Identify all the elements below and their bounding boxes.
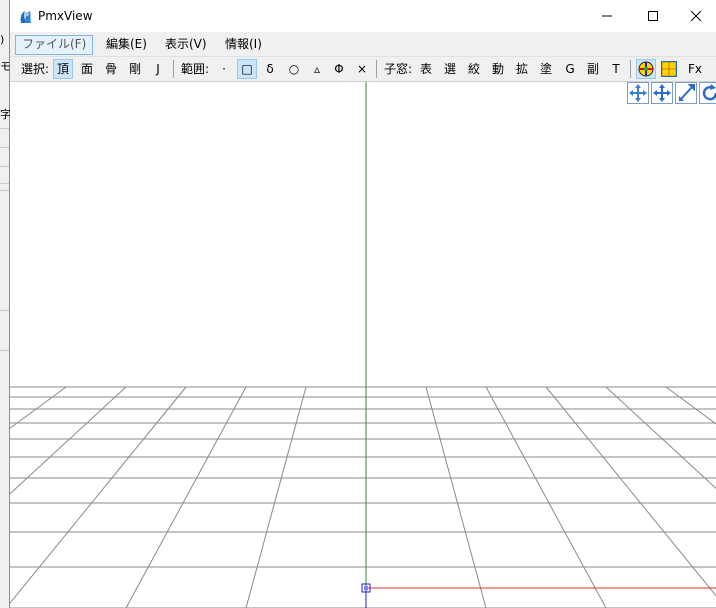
3d-viewport[interactable] (10, 82, 716, 608)
grid-column-line (125, 386, 247, 608)
divider (0, 310, 9, 311)
child-filter-button[interactable]: 絞 (464, 59, 484, 79)
origin-marker-center (364, 586, 368, 590)
menu-bar: ファイル(F) 編集(E) 表示(V) 情報(I) (10, 32, 716, 57)
toolbar-separator (376, 60, 377, 78)
child-sub-button[interactable]: 副 (583, 59, 603, 79)
child-table-button[interactable]: 表 (416, 59, 436, 79)
grid-icon (661, 61, 677, 77)
range-rect-button[interactable]: □ (237, 59, 257, 79)
divider (0, 128, 9, 129)
close-icon (690, 10, 702, 22)
close-button[interactable] (676, 0, 716, 32)
toolbar-separator (173, 60, 174, 78)
child-texture-button[interactable]: T (606, 59, 626, 79)
grid-column-line (10, 386, 127, 495)
divider (0, 183, 9, 184)
camera-orbit-tool[interactable] (699, 82, 716, 104)
window-title: PmxView (38, 9, 93, 23)
select-label: 選択: (20, 62, 50, 76)
child-group-button[interactable]: G (560, 59, 580, 79)
axis-gizmo-toggle[interactable] (636, 59, 656, 79)
child-extend-button[interactable]: 拡 (512, 59, 532, 79)
menu-view[interactable]: 表示(V) (159, 35, 213, 53)
range-point-button[interactable]: · (214, 59, 234, 79)
child-select-button[interactable]: 選 (440, 59, 460, 79)
grid-column-line (10, 386, 67, 429)
grid-column-line (485, 386, 607, 608)
child-motion-button[interactable]: 動 (488, 59, 508, 79)
grid-column-line (10, 386, 187, 604)
axis-gizmo-icon (638, 61, 654, 77)
move-arrows-icon (627, 82, 649, 104)
child-window-label: 子窓: (383, 62, 413, 76)
camera-zoom-tool[interactable] (675, 82, 697, 104)
background-window-edge: ) モ 字 (0, 0, 11, 608)
camera-pan-tool[interactable] (651, 82, 673, 104)
viewport-scene (10, 82, 716, 608)
grid-column-line (245, 386, 307, 608)
zoom-arrow-icon (675, 82, 697, 104)
range-delta-button[interactable]: δ (260, 59, 280, 79)
divider (0, 166, 9, 167)
toolbar-separator (630, 60, 631, 78)
menu-info[interactable]: 情報(I) (219, 35, 268, 53)
title-bar[interactable]: PmxView (10, 0, 716, 32)
menu-file[interactable]: ファイル(F) (15, 35, 94, 55)
range-circle-button[interactable]: ○ (284, 59, 304, 79)
background-text-fragment: ) (0, 33, 5, 46)
range-phi-button[interactable]: Φ (329, 59, 349, 79)
range-clear-button[interactable]: × (352, 59, 372, 79)
minimize-button[interactable] (584, 0, 630, 32)
pmxview-window: PmxView ファイル(F) 編集(E) 表示(V) 情報(I) 選択: 頂 … (10, 0, 716, 608)
maximize-icon (648, 11, 658, 21)
divider (0, 350, 9, 351)
camera-rotate-tool[interactable] (627, 82, 649, 104)
orbit-icon (699, 82, 716, 104)
grid-column-line (425, 386, 487, 608)
select-face-button[interactable]: 面 (77, 59, 97, 79)
menu-edit[interactable]: 編集(E) (100, 35, 153, 53)
pan-arrows-icon (651, 82, 673, 104)
grid-toggle[interactable] (659, 59, 679, 79)
grid-column-line (665, 386, 716, 425)
floor-grid (10, 386, 716, 608)
maximize-button[interactable] (630, 0, 676, 32)
pmxview-app-icon (20, 11, 31, 23)
grid-column-line (545, 386, 716, 597)
divider (0, 190, 9, 191)
select-vertex-button[interactable]: 頂 (53, 59, 73, 79)
fx-button[interactable]: Fx (683, 59, 707, 79)
minimize-icon (602, 15, 612, 17)
select-joint-button[interactable]: J (148, 59, 168, 79)
select-bone-button[interactable]: 骨 (101, 59, 121, 79)
range-label: 範囲: (180, 62, 210, 76)
toolbar: 選択: 頂 面 骨 剛 J 範囲: · □ δ ○ ▵ Φ × 子窓: 表 選 … (10, 57, 716, 82)
select-rigidbody-button[interactable]: 剛 (125, 59, 145, 79)
range-triangle-button[interactable]: ▵ (307, 59, 327, 79)
divider (0, 147, 9, 148)
child-paint-button[interactable]: 塗 (536, 59, 556, 79)
